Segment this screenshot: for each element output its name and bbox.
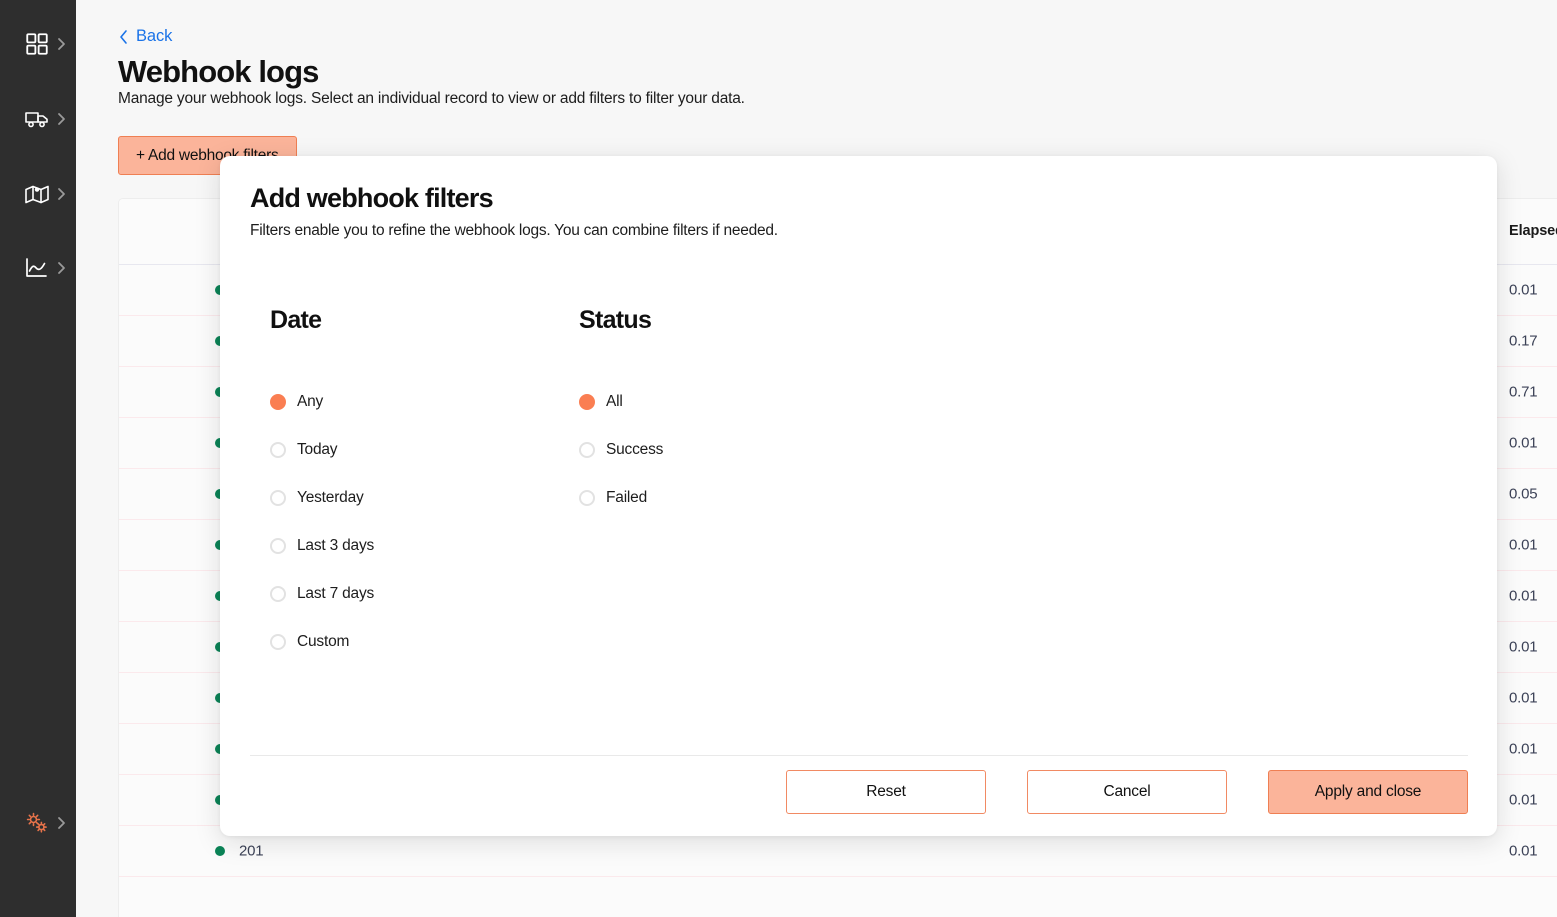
cell-elapsed: 0.01 (1509, 537, 1537, 554)
radio-selected-icon[interactable] (579, 394, 595, 410)
add-webhook-filters-dialog: Add webhook filters Filters enable you t… (220, 156, 1497, 836)
option-label: Last 7 days (297, 585, 374, 603)
cell-elapsed: 0.01 (1509, 690, 1537, 707)
radio-unselected-icon[interactable] (579, 490, 595, 506)
page-title: Webhook logs (118, 53, 318, 91)
page-subtitle: Manage your webhook logs. Select an indi… (118, 90, 745, 108)
cell-elapsed: 0.01 (1509, 435, 1537, 452)
cell-elapsed: 0.01 (1509, 282, 1537, 299)
option-label: Custom (297, 633, 349, 651)
grid-icon (24, 31, 50, 57)
cancel-button[interactable]: Cancel (1027, 770, 1227, 814)
sidebar-item-map[interactable] (0, 167, 76, 221)
chevron-right-icon (56, 37, 66, 51)
chevron-right-icon (56, 261, 66, 275)
status-filter-group: Status (579, 306, 651, 335)
sidebar-item-deliveries[interactable] (0, 92, 76, 146)
status-radio-list: All Success Failed (579, 378, 663, 522)
chevron-left-icon (118, 29, 129, 45)
status-option-success[interactable]: Success (579, 426, 663, 474)
option-label: Success (606, 441, 663, 459)
column-header-elapsed: Elapsed (1509, 223, 1557, 239)
radio-unselected-icon[interactable] (270, 538, 286, 554)
cell-created: 201 (239, 843, 263, 860)
date-radio-list: Any Today Yesterday Last 3 days Last 7 days C… (270, 378, 374, 666)
status-option-failed[interactable]: Failed (579, 474, 663, 522)
reset-button[interactable]: Reset (786, 770, 986, 814)
cell-elapsed: 0.05 (1509, 486, 1537, 503)
status-option-all[interactable]: All (579, 378, 663, 426)
radio-unselected-icon[interactable] (270, 634, 286, 650)
date-option-last-7-days[interactable]: Last 7 days (270, 570, 374, 618)
back-link[interactable]: Back (118, 27, 172, 46)
map-icon (24, 181, 50, 207)
date-filter-group: Date (270, 306, 321, 335)
option-label: Failed (606, 489, 647, 507)
radio-selected-icon[interactable] (270, 394, 286, 410)
option-label: Today (297, 441, 337, 459)
option-label: Any (297, 393, 323, 411)
radio-unselected-icon[interactable] (270, 586, 286, 602)
option-label: Yesterday (297, 489, 364, 507)
back-label: Back (136, 27, 172, 46)
date-option-last-3-days[interactable]: Last 3 days (270, 522, 374, 570)
cell-elapsed: 0.01 (1509, 639, 1537, 656)
chevron-right-icon (56, 112, 66, 126)
dialog-divider (250, 755, 1468, 756)
cell-elapsed: 0.17 (1509, 333, 1537, 350)
cell-elapsed: 0.01 (1509, 588, 1537, 605)
status-group-title: Status (579, 306, 651, 335)
sidebar-item-analytics[interactable] (0, 241, 76, 295)
cell-elapsed: 0.71 (1509, 384, 1537, 401)
truck-icon (24, 106, 50, 132)
option-label: Last 3 days (297, 537, 374, 555)
cell-elapsed: 0.01 (1509, 741, 1537, 758)
apply-and-close-button[interactable]: Apply and close (1268, 770, 1468, 814)
sidebar-item-dashboard[interactable] (0, 17, 76, 71)
dialog-actions: Reset Cancel Apply and close (250, 768, 1468, 816)
cell-elapsed: 0.01 (1509, 843, 1537, 860)
date-option-any[interactable]: Any (270, 378, 374, 426)
option-label: All (606, 393, 623, 411)
sidebar (0, 0, 76, 917)
app-root: Back Webhook logs Manage your webhook lo… (0, 0, 1557, 917)
status-dot (215, 846, 225, 856)
date-option-custom[interactable]: Custom (270, 618, 374, 666)
dialog-subtitle: Filters enable you to refine the webhook… (250, 222, 778, 240)
radio-unselected-icon[interactable] (579, 442, 595, 458)
chevron-right-icon (56, 187, 66, 201)
radio-unselected-icon[interactable] (270, 490, 286, 506)
radio-unselected-icon[interactable] (270, 442, 286, 458)
sidebar-item-settings[interactable] (0, 796, 76, 850)
date-option-yesterday[interactable]: Yesterday (270, 474, 374, 522)
cell-elapsed: 0.01 (1509, 792, 1537, 809)
chevron-right-icon (56, 816, 66, 830)
date-option-today[interactable]: Today (270, 426, 374, 474)
gears-icon (24, 810, 50, 836)
dialog-title: Add webhook filters (250, 183, 493, 214)
line-chart-icon (24, 255, 50, 281)
date-group-title: Date (270, 306, 321, 335)
